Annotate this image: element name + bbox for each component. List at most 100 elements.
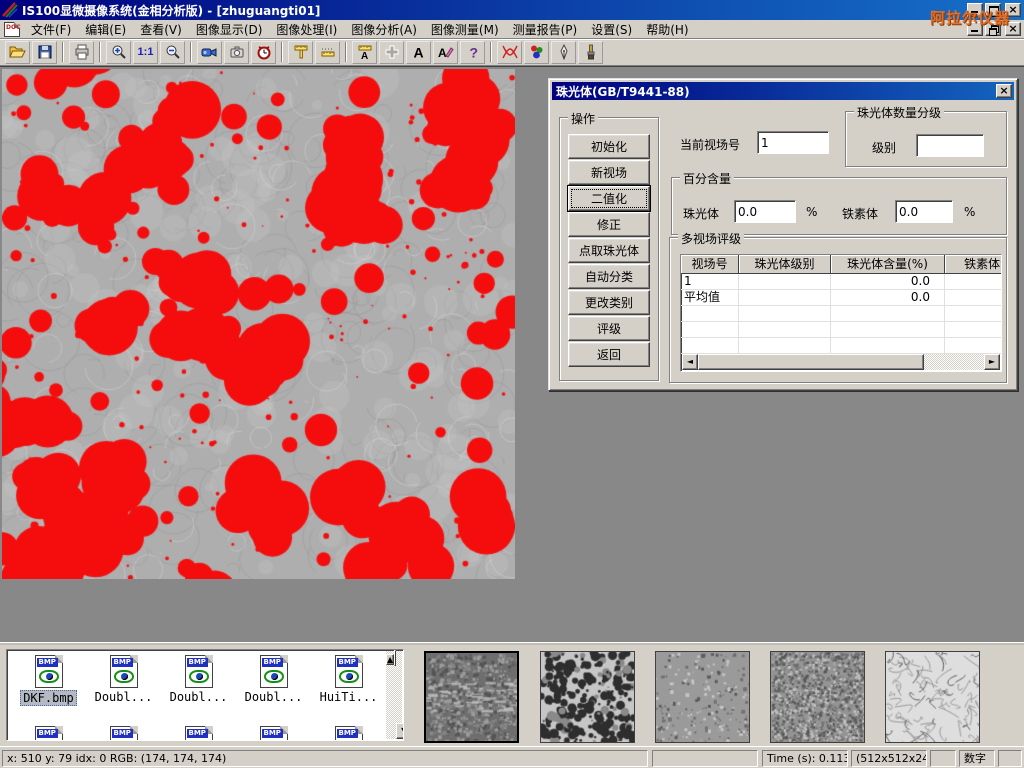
- table-hscrollbar[interactable]: ◄ ►: [682, 354, 1000, 370]
- file-name[interactable]: Doubl...: [243, 690, 305, 704]
- table-row[interactable]: [681, 338, 1001, 354]
- save-button[interactable]: [32, 41, 57, 64]
- menu-settings[interactable]: 设置(S): [584, 19, 639, 40]
- scroll-left-icon[interactable]: ◄: [682, 354, 698, 370]
- grade-group: 珠光体数量分级 级别: [845, 111, 1007, 167]
- rating-table[interactable]: 视场号 珠光体级别 珠光体含量(%) 铁素体含量(%) 1 0.0 平均值 0.…: [680, 254, 1002, 372]
- current-field-input[interactable]: [757, 131, 829, 154]
- scroll-right-icon[interactable]: ►: [984, 354, 1000, 370]
- return-button[interactable]: 返回: [568, 342, 650, 367]
- scrollbar-track[interactable]: [924, 354, 984, 370]
- ferrite-label: 铁素体: [842, 205, 878, 222]
- initialize-button[interactable]: 初始化: [568, 134, 650, 159]
- ruler-button[interactable]: [315, 41, 340, 64]
- thumbnail-5[interactable]: [885, 651, 980, 743]
- file-item[interactable]: BMP: [11, 726, 86, 741]
- thumbnail-3[interactable]: [655, 651, 750, 743]
- binarize-button[interactable]: 二值化: [568, 186, 650, 211]
- table-row[interactable]: [681, 322, 1001, 338]
- dialog-close-button[interactable]: ×: [996, 84, 1012, 98]
- file-item[interactable]: BMP: [161, 726, 236, 741]
- scrollbar-thumb[interactable]: [394, 650, 396, 666]
- file-item[interactable]: BMP: [86, 726, 161, 741]
- percent-group: 百分含量 珠光体 % 铁素体 %: [671, 177, 1007, 235]
- change-class-button[interactable]: 更改类别: [568, 290, 650, 315]
- measure-annotate-button[interactable]: A: [352, 41, 377, 64]
- col-pearlite-content[interactable]: 珠光体含量(%): [831, 255, 945, 274]
- file-item[interactable]: BMP Doubl...: [86, 655, 161, 706]
- menu-view[interactable]: 查看(V): [133, 19, 189, 40]
- curve-tool-button[interactable]: [497, 41, 522, 64]
- multifield-group: 多视场评级 视场号 珠光体级别 珠光体含量(%) 铁素体含量(%) 1 0.0 …: [669, 237, 1007, 383]
- thumbnail-1[interactable]: [424, 651, 519, 743]
- file-name[interactable]: HuiTi...: [318, 690, 380, 704]
- scrollbar-thumb[interactable]: [698, 354, 924, 370]
- dialog-title: 珠光体(GB/T9441-88): [556, 83, 690, 100]
- file-browser[interactable]: BMP DKF.bmp BMP Doubl... BMP Doubl... BM…: [6, 649, 404, 741]
- print-button[interactable]: [69, 41, 94, 64]
- col-ferrite-content[interactable]: 铁素体含量(%): [945, 255, 1002, 274]
- actual-size-button[interactable]: 1:1: [133, 41, 158, 64]
- col-pearlite-grade[interactable]: 珠光体级别: [739, 255, 831, 274]
- edit-text-button[interactable]: A: [433, 41, 458, 64]
- menu-image-measure[interactable]: 图像测量(M): [424, 19, 506, 40]
- pen-tool-button[interactable]: [551, 41, 576, 64]
- help-button[interactable]: ?: [460, 41, 485, 64]
- menu-image-processing[interactable]: 图像处理(I): [269, 19, 344, 40]
- metallographic-image[interactable]: [2, 69, 515, 579]
- scroll-up-icon[interactable]: ▲: [386, 654, 394, 665]
- file-vscrollbar[interactable]: ▲ ▼: [386, 651, 402, 739]
- open-button[interactable]: [5, 41, 30, 64]
- menu-edit[interactable]: 编辑(E): [78, 19, 133, 40]
- thumbnail-2[interactable]: [540, 651, 635, 743]
- svg-text:A: A: [438, 46, 447, 60]
- zoom-in-button[interactable]: [106, 41, 131, 64]
- ferrite-percent-input[interactable]: [895, 200, 953, 223]
- status-empty: [652, 750, 758, 767]
- grade-input[interactable]: [916, 134, 984, 157]
- document-icon[interactable]: DOC: [4, 22, 20, 37]
- col-field[interactable]: 视场号: [681, 255, 739, 274]
- thumbnail-4[interactable]: [770, 651, 865, 743]
- pick-pearlite-button[interactable]: 点取珠光体: [568, 238, 650, 263]
- file-name[interactable]: Doubl...: [168, 690, 230, 704]
- auto-classify-button[interactable]: 自动分类: [568, 264, 650, 289]
- pearlite-label: 珠光体: [683, 205, 719, 222]
- menu-help[interactable]: 帮助(H): [639, 19, 695, 40]
- pearlite-dialog: 珠光体(GB/T9441-88) × 操作 初始化 新视场 二值化 修正 点取珠…: [548, 78, 1018, 391]
- zoom-in-icon: [111, 44, 127, 60]
- zoom-out-icon: [165, 44, 181, 60]
- menu-image-analysis[interactable]: 图像分析(A): [344, 19, 424, 40]
- color-classify-button[interactable]: [524, 41, 549, 64]
- file-item[interactable]: BMP DKF.bmp: [11, 655, 86, 706]
- new-field-button[interactable]: 新视场: [568, 160, 650, 185]
- file-item[interactable]: BMP: [236, 726, 311, 741]
- file-item[interactable]: BMP: [311, 726, 386, 741]
- table-row[interactable]: [681, 306, 1001, 322]
- operations-group-label: 操作: [568, 110, 598, 127]
- file-item[interactable]: BMP HuiTi...: [311, 655, 386, 706]
- capture-frame-button[interactable]: [224, 41, 249, 64]
- table-row[interactable]: 1 0.0: [681, 274, 1001, 290]
- menu-file[interactable]: 文件(F): [24, 19, 78, 40]
- correct-button[interactable]: 修正: [568, 212, 650, 237]
- zoom-out-button[interactable]: [160, 41, 185, 64]
- table-row[interactable]: 平均值 0.0: [681, 290, 1001, 306]
- text-button[interactable]: A: [406, 41, 431, 64]
- caliper-measure-button[interactable]: [288, 41, 313, 64]
- dialog-titlebar[interactable]: 珠光体(GB/T9441-88) ×: [552, 82, 1014, 100]
- file-name[interactable]: Doubl...: [93, 690, 155, 704]
- file-item[interactable]: BMP Doubl...: [236, 655, 311, 706]
- menu-measure-report[interactable]: 测量报告(P): [506, 19, 585, 40]
- brush-tool-button[interactable]: [578, 41, 603, 64]
- file-item[interactable]: BMP Doubl...: [161, 655, 236, 706]
- timer-button[interactable]: [251, 41, 276, 64]
- crosshair-button[interactable]: [379, 41, 404, 64]
- video-capture-button[interactable]: [197, 41, 222, 64]
- toolbar-separator: [190, 42, 192, 62]
- scroll-down-icon[interactable]: ▼: [396, 723, 404, 739]
- menu-image-display[interactable]: 图像显示(D): [189, 19, 270, 40]
- file-name[interactable]: DKF.bmp: [20, 690, 77, 706]
- rate-button[interactable]: 评级: [568, 316, 650, 341]
- pearlite-percent-input[interactable]: [734, 200, 796, 223]
